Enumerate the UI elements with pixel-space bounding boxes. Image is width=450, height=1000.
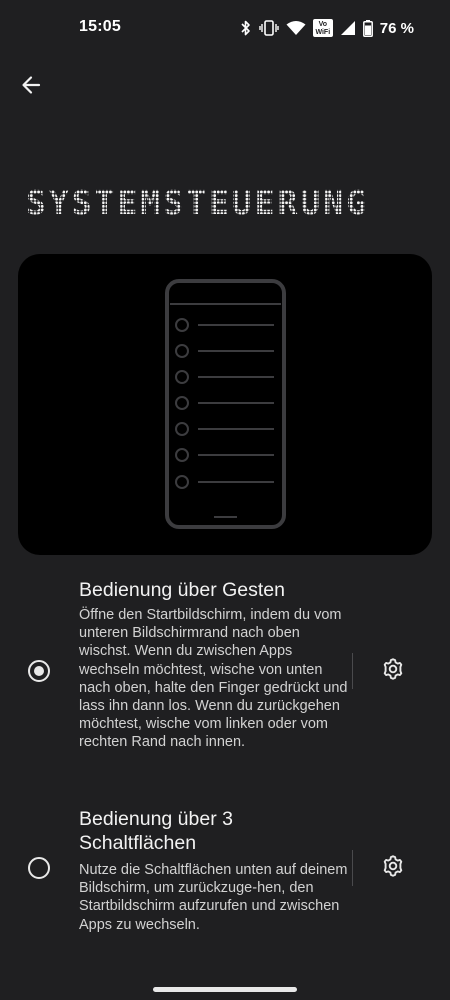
wifi-icon [286, 20, 306, 36]
radio-gesture-navigation[interactable] [28, 660, 50, 682]
option-title: Bedienung über 3 Schaltflächen [79, 808, 233, 854]
divider [352, 850, 353, 886]
radio-three-button-navigation[interactable] [28, 857, 50, 879]
option-description: Nutze die Schaltflächen unten auf deinem… [79, 862, 348, 933]
signal-icon [340, 20, 356, 36]
arrow-left-icon [20, 74, 42, 101]
battery-icon [362, 19, 373, 37]
option-title: Bedienung über Gesten [79, 579, 285, 601]
vowifi-label-bottom: WiFi [315, 29, 331, 36]
gesture-settings-button[interactable] [376, 654, 410, 688]
battery-percentage: 76 % [379, 19, 414, 37]
gear-icon [381, 854, 405, 883]
navigation-illustration [18, 254, 432, 555]
option-description: Öffne den Startbildschirm, indem du vom … [79, 607, 348, 751]
back-button[interactable] [14, 70, 48, 104]
gesture-navigation-handle[interactable] [153, 987, 297, 992]
vowifi-icon: Vo WiFi [312, 19, 333, 37]
gear-icon [381, 657, 405, 686]
vowifi-label-top: Vo [318, 21, 328, 28]
phone-illustration [165, 279, 286, 529]
status-time: 15:05 [79, 18, 121, 35]
option-three-button-navigation[interactable]: Bedienung über 3 Schaltflächen Nutze die… [0, 803, 450, 943]
status-bar: 15:05 Vo WiFi 76 % [0, 0, 450, 56]
page-title: SYSTEMSTEUERUNG [26, 183, 370, 222]
three-button-settings-button[interactable] [376, 851, 410, 885]
vibrate-icon [259, 19, 279, 37]
bluetooth-icon [240, 19, 252, 37]
status-icons: Vo WiFi 76 % [240, 17, 414, 39]
option-gesture-navigation[interactable]: Bedienung über Gesten Öffne den Startbil… [0, 573, 450, 773]
divider [352, 653, 353, 689]
